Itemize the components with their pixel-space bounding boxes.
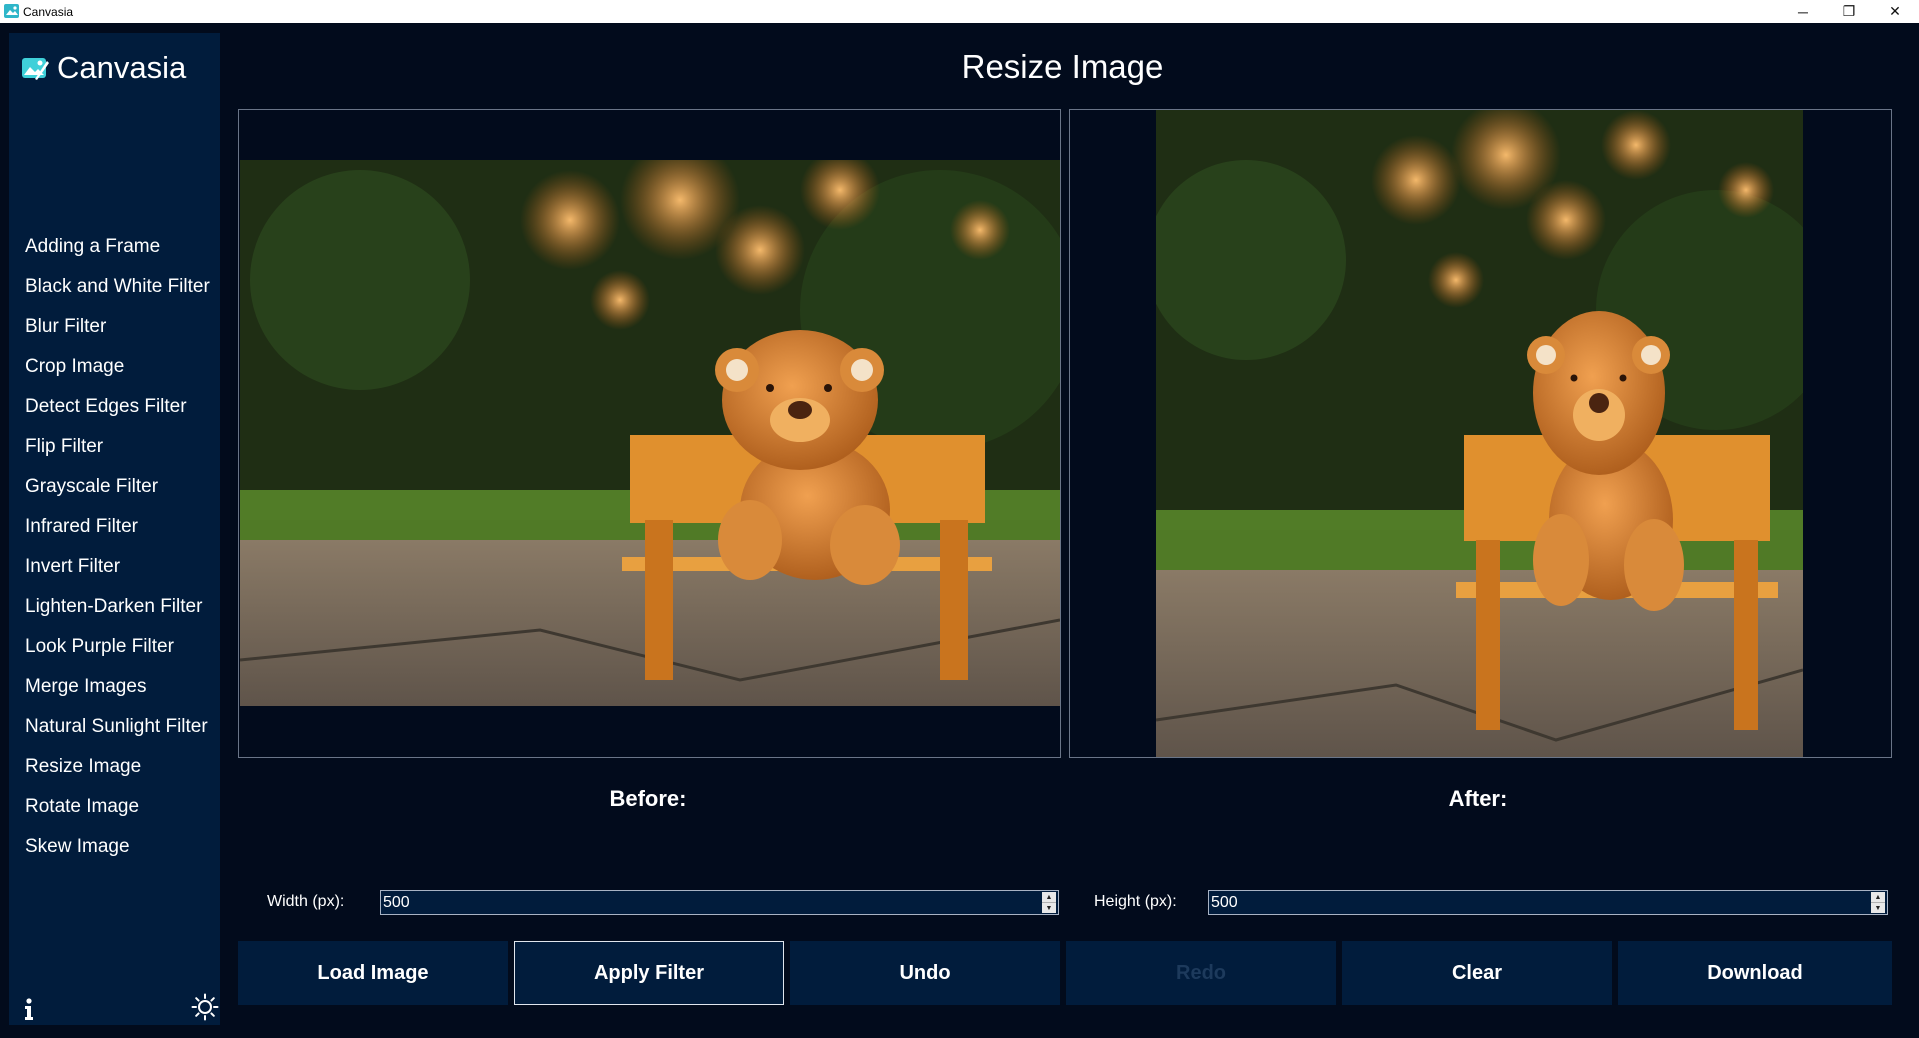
sun-icon[interactable] xyxy=(191,993,219,1021)
menu-item-invert-filter[interactable]: Invert Filter xyxy=(9,547,220,587)
page-title: Resize Image xyxy=(961,48,1164,85)
redo-button[interactable]: Redo xyxy=(1066,941,1336,1005)
menu-item-rotate-image[interactable]: Rotate Image xyxy=(9,787,220,827)
window-title-bar: Canvasia ─ ❐ ✕ xyxy=(0,0,1919,23)
brand-name: Canvasia xyxy=(57,50,187,85)
before-caption: Before: xyxy=(609,786,687,811)
after-image xyxy=(1156,110,1803,757)
width-spinbox[interactable]: ▲ ▼ xyxy=(380,890,1059,915)
menu-item-blur-filter[interactable]: Blur Filter xyxy=(9,307,220,347)
apply-filter-button[interactable]: Apply Filter xyxy=(514,941,784,1005)
load-image-button[interactable]: Load Image xyxy=(238,941,508,1005)
minimize-button[interactable]: ─ xyxy=(1780,0,1826,23)
info-icon[interactable] xyxy=(19,997,39,1021)
before-image-panel xyxy=(238,109,1061,758)
maximize-button[interactable]: ❐ xyxy=(1826,0,1872,23)
before-image xyxy=(240,160,1060,706)
width-input[interactable] xyxy=(383,891,1033,914)
menu-item-infrared-filter[interactable]: Infrared Filter xyxy=(9,507,220,547)
menu-item-lighten-darken-filter[interactable]: Lighten-Darken Filter xyxy=(9,587,220,627)
menu-item-skew-image[interactable]: Skew Image xyxy=(9,827,220,867)
after-image-panel xyxy=(1069,109,1892,758)
width-spin-buttons[interactable]: ▲ ▼ xyxy=(1042,892,1056,913)
menu-item-flip-filter[interactable]: Flip Filter xyxy=(9,427,220,467)
height-spin-buttons[interactable]: ▲ ▼ xyxy=(1871,892,1885,913)
menu-item-black-and-white-filter[interactable]: Black and White Filter xyxy=(9,267,220,307)
menu-item-look-purple-filter[interactable]: Look Purple Filter xyxy=(9,627,220,667)
width-label: Width (px): xyxy=(267,893,345,910)
logo-icon xyxy=(22,58,49,80)
menu-item-grayscale-filter[interactable]: Grayscale Filter xyxy=(9,467,220,507)
height-increment-icon[interactable]: ▲ xyxy=(1871,892,1885,903)
download-button[interactable]: Download xyxy=(1618,941,1892,1005)
after-caption: After: xyxy=(1448,786,1508,811)
clear-button[interactable]: Clear xyxy=(1342,941,1612,1005)
width-increment-icon[interactable]: ▲ xyxy=(1042,892,1056,903)
filter-menu: Adding a Frame Black and White Filter Bl… xyxy=(9,227,220,867)
height-decrement-icon[interactable]: ▼ xyxy=(1871,903,1885,913)
height-spinbox[interactable]: ▲ ▼ xyxy=(1208,890,1888,915)
width-decrement-icon[interactable]: ▼ xyxy=(1042,903,1056,913)
menu-item-adding-a-frame[interactable]: Adding a Frame xyxy=(9,227,220,267)
window-title: Canvasia xyxy=(23,5,74,19)
sidebar: Canvasia Adding a Frame Black and White … xyxy=(9,33,220,1025)
height-label: Height (px): xyxy=(1094,893,1177,910)
close-button[interactable]: ✕ xyxy=(1872,0,1918,23)
app-icon xyxy=(4,4,19,18)
menu-item-natural-sunlight-filter[interactable]: Natural Sunlight Filter xyxy=(9,707,220,747)
undo-button[interactable]: Undo xyxy=(790,941,1060,1005)
height-input[interactable] xyxy=(1211,891,1861,914)
menu-item-resize-image[interactable]: Resize Image xyxy=(9,747,220,787)
brand: Canvasia xyxy=(21,50,186,86)
menu-item-merge-images[interactable]: Merge Images xyxy=(9,667,220,707)
menu-item-detect-edges-filter[interactable]: Detect Edges Filter xyxy=(9,387,220,427)
menu-item-crop-image[interactable]: Crop Image xyxy=(9,347,220,387)
